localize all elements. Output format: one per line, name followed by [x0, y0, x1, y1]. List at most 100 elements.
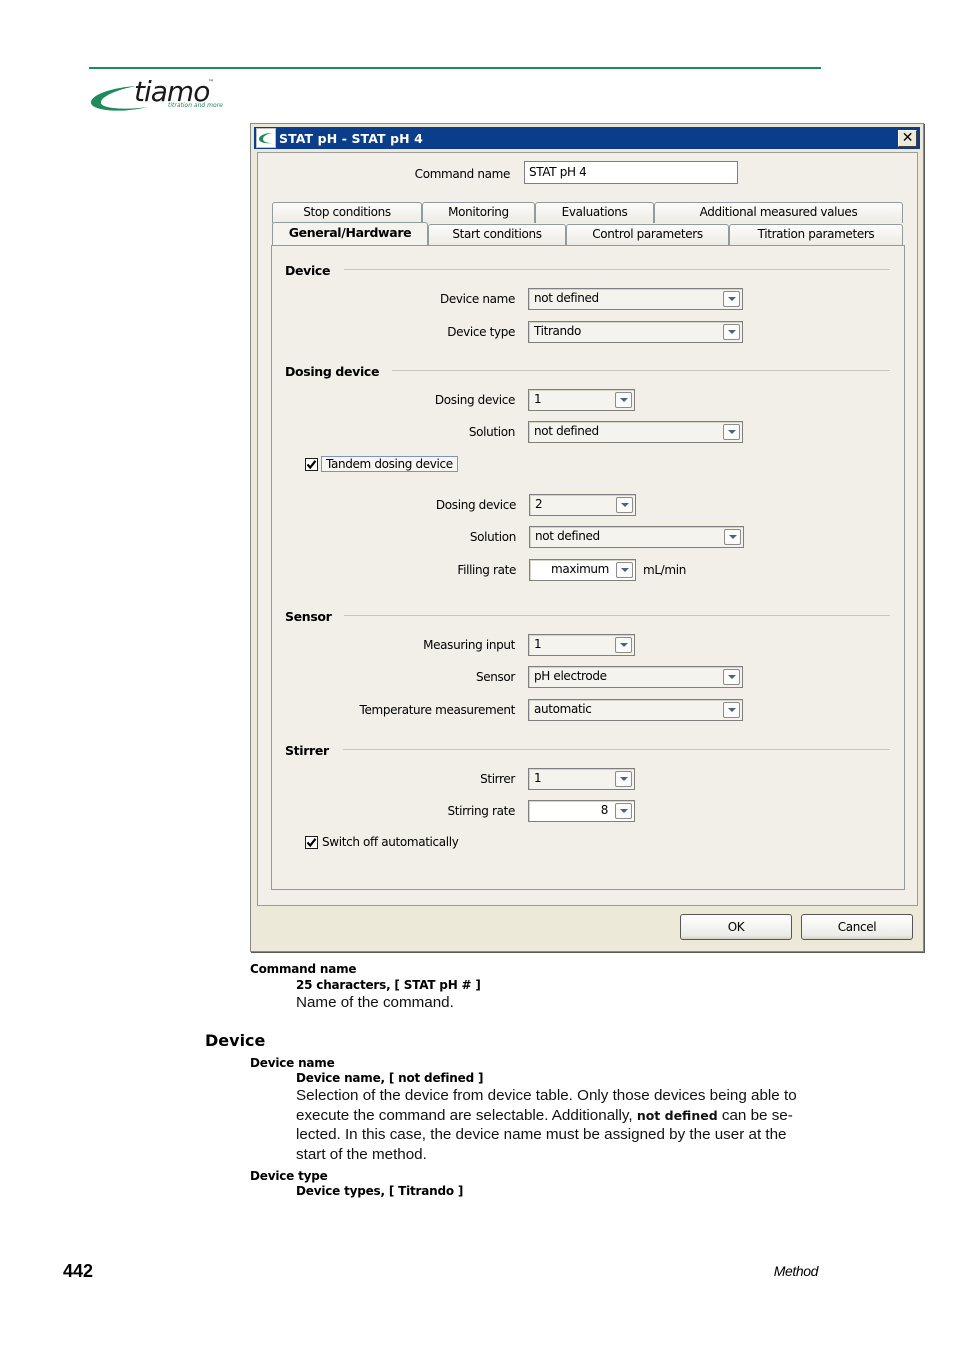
stirrer-select[interactable]: 1 — [528, 768, 635, 790]
filling-rate-value: maximum — [550, 562, 609, 576]
sensor-value: pH electrode — [534, 669, 607, 683]
tab-titration-parameters[interactable]: Titration parameters — [729, 224, 903, 245]
app-icon — [256, 128, 276, 148]
stirring-rate-select[interactable]: 8 — [528, 800, 635, 822]
footer-section-name: Method — [773, 1263, 819, 1279]
filling-rate-select[interactable]: maximum — [529, 559, 636, 581]
device-name-value: not defined — [534, 291, 599, 305]
section-divider — [344, 269, 890, 270]
solution-select[interactable]: not defined — [528, 421, 743, 443]
device-name-select[interactable]: not defined — [528, 288, 743, 310]
section-title-stirrer: Stirrer — [285, 743, 329, 758]
dosing-device-select[interactable]: 1 — [528, 389, 635, 411]
temperature-measurement-value: automatic — [534, 702, 592, 716]
dosing-device-2-label: Dosing device — [435, 498, 516, 512]
desc-line: execute the command are selectable. Addi… — [296, 1106, 793, 1124]
measuring-input-label: Measuring input — [423, 638, 515, 652]
cancel-button[interactable]: Cancel — [801, 914, 913, 940]
sensor-label: Sensor — [475, 670, 515, 684]
stirring-rate-label: Stirring rate — [447, 804, 515, 818]
chevron-down-icon[interactable] — [723, 702, 740, 718]
dialog-title: STAT pH - STAT pH 4 — [279, 130, 423, 146]
section-title-sensor: Sensor — [285, 609, 332, 624]
checkmark-icon — [306, 460, 317, 470]
device-type-select[interactable]: Titrando — [528, 321, 743, 343]
dosing-device-label: Dosing device — [434, 393, 515, 407]
device-type-value: Titrando — [534, 324, 582, 338]
filling-rate-label: Filling rate — [457, 563, 516, 577]
chevron-down-icon[interactable] — [615, 392, 632, 408]
dialog-client-area: Command name STAT pH 4 Stop conditions M… — [257, 152, 918, 906]
tandem-dosing-label[interactable]: Tandem dosing device — [321, 456, 458, 472]
section-divider — [344, 615, 890, 616]
tab-additional-measured-values[interactable]: Additional measured values — [654, 202, 903, 223]
dosing-device-value: 1 — [534, 392, 542, 406]
chevron-down-icon[interactable] — [615, 771, 632, 787]
logo-swoosh-icon: tiamo ™ titration and more — [90, 75, 223, 111]
section-divider — [343, 749, 890, 750]
tab-start-conditions[interactable]: Start conditions — [428, 224, 566, 245]
chevron-down-icon[interactable] — [723, 669, 740, 685]
tab-evaluations[interactable]: Evaluations — [535, 202, 654, 223]
device-type-label: Device type — [447, 325, 515, 339]
command-name-input[interactable]: STAT pH 4 — [524, 161, 738, 184]
desc-command-name: Name of the command. — [296, 994, 454, 1011]
stirring-rate-value: 8 — [600, 803, 609, 817]
section-title-dosing-device: Dosing device — [285, 364, 380, 379]
checkmark-icon — [306, 838, 317, 848]
temperature-measurement-select[interactable]: automatic — [528, 699, 743, 721]
page-number: 442 — [63, 1261, 94, 1281]
filling-rate-unit: mL/min — [643, 563, 686, 577]
tiamo-logo: tiamo ™ titration and more — [88, 70, 238, 118]
chevron-down-icon[interactable] — [723, 291, 740, 307]
term-device-name: Device name — [250, 1056, 335, 1070]
close-icon: ✕ — [901, 130, 914, 146]
temperature-measurement-label: Temperature measurement — [359, 703, 516, 717]
close-button[interactable]: ✕ — [898, 130, 917, 147]
switch-off-automatically-label[interactable]: Switch off automatically — [322, 835, 459, 849]
ok-button[interactable]: OK — [680, 914, 792, 940]
spec-device-type: Device types, [ Titrando ] — [296, 1184, 464, 1198]
dialog-title-bar[interactable]: STAT pH - STAT pH 4 ✕ — [254, 127, 920, 149]
switch-off-automatically-checkbox[interactable] — [305, 836, 318, 849]
command-name-label: Command name — [414, 167, 511, 181]
dosing-device-2-value: 2 — [535, 497, 543, 511]
tandem-dosing-checkbox[interactable] — [305, 458, 318, 471]
stirrer-value: 1 — [534, 771, 542, 785]
inline-keyword: not defined — [636, 1107, 718, 1123]
stirrer-label: Stirrer — [480, 772, 515, 786]
spec-command-name: 25 characters, [ STAT pH # ] — [296, 978, 481, 992]
chevron-down-icon[interactable] — [724, 529, 741, 545]
tab-stop-conditions[interactable]: Stop conditions — [272, 202, 422, 223]
stat-ph-dialog: STAT pH - STAT pH 4 ✕ Command name STAT … — [250, 123, 924, 952]
tab-monitoring[interactable]: Monitoring — [422, 202, 535, 223]
dosing-device-2-select[interactable]: 2 — [529, 494, 636, 516]
device-name-label: Device name — [439, 292, 515, 306]
desc-line: start of the method. — [296, 1145, 427, 1163]
solution-2-select[interactable]: not defined — [529, 526, 744, 548]
measuring-input-select[interactable]: 1 — [528, 634, 635, 656]
section-divider — [392, 370, 890, 371]
chevron-down-icon[interactable] — [616, 497, 633, 513]
solution-2-label: Solution — [469, 530, 516, 544]
desc-device-name: Selection of the device from device tabl… — [296, 1086, 797, 1164]
spec-device-name: Device name, [ not defined ] — [296, 1071, 484, 1085]
chevron-down-icon[interactable] — [616, 562, 633, 578]
sensor-select[interactable]: pH electrode — [528, 666, 743, 688]
desc-line: Selection of the device from device tabl… — [296, 1087, 797, 1104]
chevron-down-icon[interactable] — [723, 424, 740, 440]
solution-value: not defined — [534, 424, 599, 438]
chevron-down-icon[interactable] — [723, 324, 740, 340]
chevron-down-icon[interactable] — [615, 803, 632, 819]
chevron-down-icon[interactable] — [615, 637, 632, 653]
general-hardware-panel: Device Device name not defined Device ty… — [271, 245, 905, 890]
term-command-name: Command name — [250, 962, 357, 976]
tab-general-hardware[interactable]: General/Hardware — [272, 222, 428, 245]
svg-text:titration and more: titration and more — [168, 102, 223, 109]
tab-control-parameters[interactable]: Control parameters — [566, 224, 729, 245]
svg-text:™: ™ — [208, 79, 214, 86]
solution-label: Solution — [468, 425, 515, 439]
header-rule — [89, 67, 821, 69]
desc-line: lected. In this case, the device name mu… — [296, 1126, 787, 1143]
term-device-type: Device type — [250, 1169, 328, 1183]
